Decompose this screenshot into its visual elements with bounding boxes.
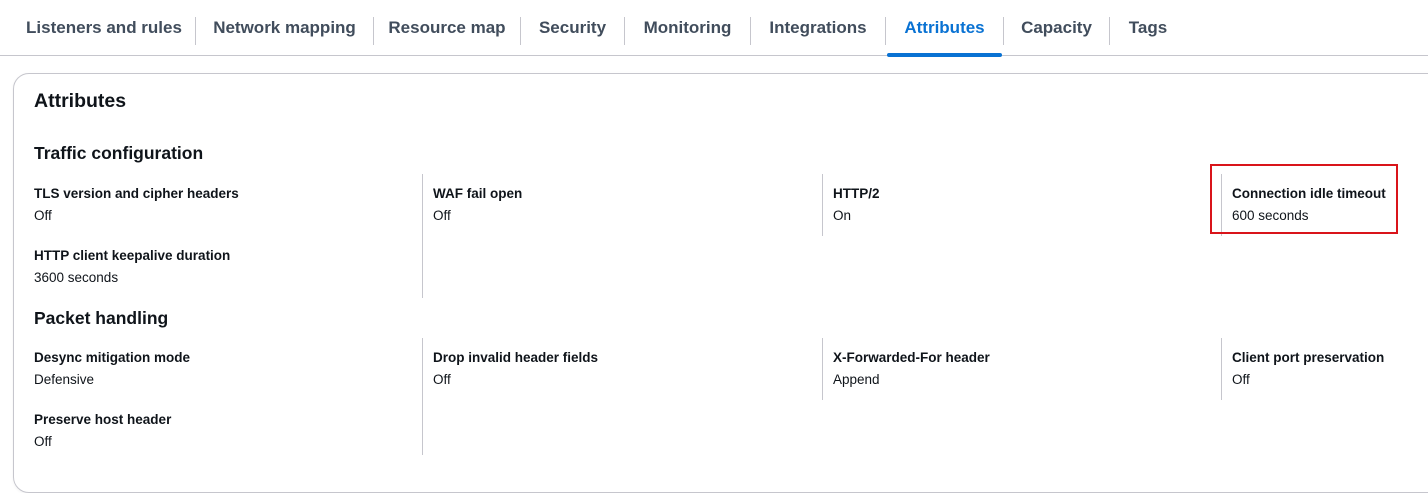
packet-handling-heading: Packet handling xyxy=(34,308,169,328)
tab-divider xyxy=(885,17,886,45)
highlight-box xyxy=(1210,164,1398,234)
tab-bar: Listeners and rules Network mapping Reso… xyxy=(0,0,1428,57)
column-divider xyxy=(422,174,423,298)
tab-integrations[interactable]: Integrations xyxy=(751,0,885,56)
waf-fail-open-label: WAF fail open xyxy=(433,186,523,201)
http2-label: HTTP/2 xyxy=(833,186,880,201)
tab-tags[interactable]: Tags xyxy=(1110,0,1186,56)
column-divider xyxy=(422,338,423,455)
x-forwarded-for-value: Append xyxy=(833,372,880,387)
keepalive-duration-label: HTTP client keepalive duration xyxy=(34,248,231,263)
tab-monitoring[interactable]: Monitoring xyxy=(625,0,750,56)
client-port-preservation-value: Off xyxy=(1232,372,1250,387)
traffic-configuration-heading: Traffic configuration xyxy=(34,143,204,163)
tls-headers-value: Off xyxy=(34,208,52,223)
preserve-host-header-value: Off xyxy=(34,434,52,449)
tab-attributes[interactable]: Attributes xyxy=(887,0,1002,57)
waf-fail-open-value: Off xyxy=(433,208,451,223)
tls-headers-label: TLS version and cipher headers xyxy=(34,186,239,201)
column-divider xyxy=(822,338,823,400)
column-divider xyxy=(822,174,823,236)
tab-capacity[interactable]: Capacity xyxy=(1004,0,1109,56)
x-forwarded-for-label: X-Forwarded-For header xyxy=(833,350,990,365)
drop-invalid-header-label: Drop invalid header fields xyxy=(433,350,599,365)
preserve-host-header-label: Preserve host header xyxy=(34,412,172,427)
http2-value: On xyxy=(833,208,852,223)
attributes-panel xyxy=(13,73,1428,493)
panel-title: Attributes xyxy=(34,90,127,112)
client-port-preservation-label: Client port preservation xyxy=(1232,350,1385,365)
tab-security[interactable]: Security xyxy=(521,0,624,56)
desync-mitigation-label: Desync mitigation mode xyxy=(34,350,191,365)
tab-resource-map[interactable]: Resource map xyxy=(374,0,520,56)
keepalive-duration-value: 3600 seconds xyxy=(34,270,119,285)
tab-network-mapping[interactable]: Network mapping xyxy=(196,0,373,56)
tab-listeners-and-rules[interactable]: Listeners and rules xyxy=(14,0,194,56)
desync-mitigation-value: Defensive xyxy=(34,372,95,387)
drop-invalid-header-value: Off xyxy=(433,372,451,387)
column-divider xyxy=(1221,338,1222,400)
